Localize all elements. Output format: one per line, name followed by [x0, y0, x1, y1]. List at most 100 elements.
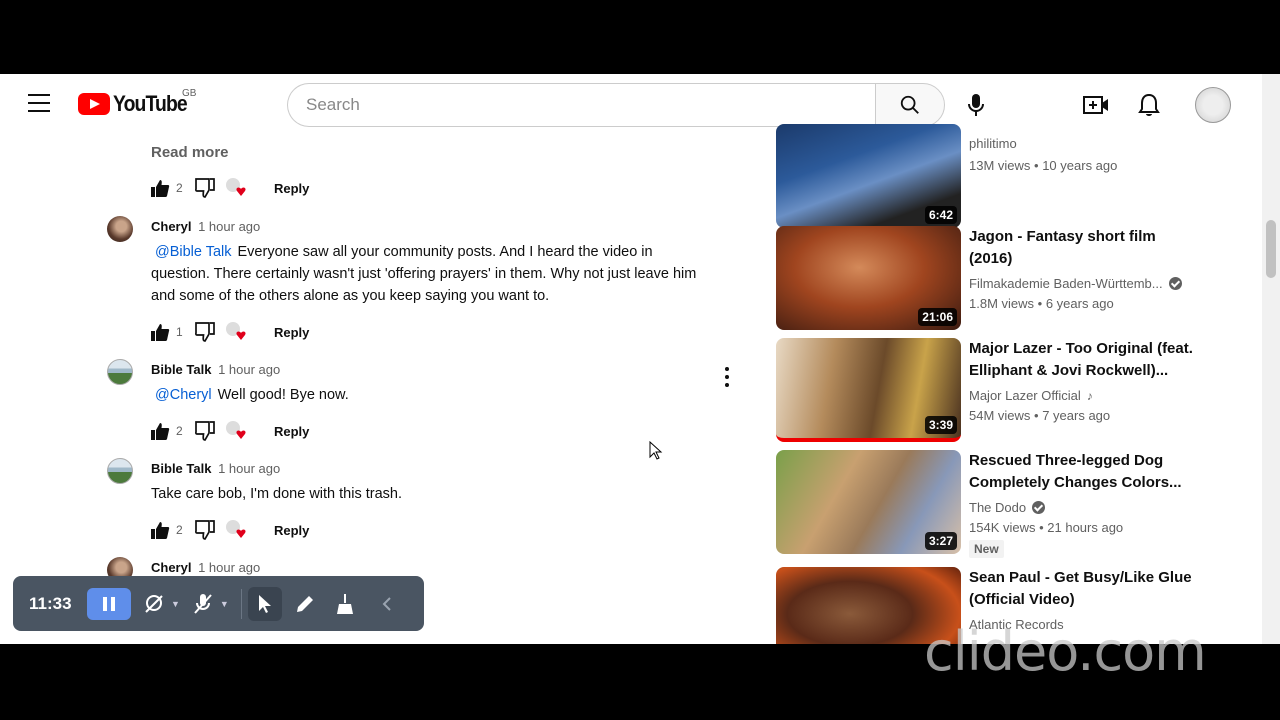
- search-placeholder: Search: [306, 95, 360, 114]
- video-item[interactable]: 3:27 Rescued Three-legged Dog Completely…: [776, 450, 1216, 558]
- upload-age: 10 years ago: [1042, 158, 1118, 173]
- video-meta: 154K views • 21 hours ago: [969, 520, 1124, 535]
- video-thumbnail[interactable]: 3:39: [776, 338, 961, 442]
- upload-age: 7 years ago: [1042, 408, 1111, 423]
- comment-mention[interactable]: @Bible Talk: [155, 244, 232, 260]
- bell-icon: [1138, 93, 1160, 116]
- video-meta: 54M views • 7 years ago: [969, 408, 1111, 423]
- country-code: GB: [182, 88, 197, 99]
- video-item[interactable]: 3:39 Major Lazer - Too Original (feat. E…: [776, 338, 1216, 442]
- video-duration: 3:27: [924, 532, 957, 550]
- new-badge: New: [969, 540, 1004, 558]
- eraser-tool-button[interactable]: [328, 587, 362, 621]
- comment-text: Take care bob, I'm done with this trash.: [151, 483, 711, 505]
- mic-button[interactable]: [963, 92, 989, 118]
- comments-section: Read more 2 Reply Cheryl 1 hour ago @Bib…: [0, 134, 760, 644]
- verified-icon: [1168, 277, 1182, 290]
- notifications-button[interactable]: [1136, 92, 1162, 118]
- thumbs-up-icon[interactable]: [150, 421, 170, 441]
- thumbs-down-icon[interactable]: [194, 322, 216, 342]
- menu-icon[interactable]: [28, 94, 50, 112]
- video-title[interactable]: Major Lazer - Too Original (feat. Elliph…: [969, 338, 1194, 382]
- video-thumbnail[interactable]: 21:06: [776, 226, 961, 330]
- avatar[interactable]: [107, 216, 133, 242]
- video-thumbnail[interactable]: 3:27: [776, 450, 961, 554]
- cursor-icon: [258, 594, 271, 613]
- channel-name: philitimo: [969, 136, 1017, 151]
- chevron-down-icon[interactable]: ▼: [171, 599, 180, 609]
- reply-button[interactable]: Reply: [274, 424, 309, 439]
- video-meta: 1.8M views • 6 years ago: [969, 296, 1114, 311]
- pause-button[interactable]: [87, 587, 131, 620]
- video-thumbnail[interactable]: 6:42: [776, 124, 961, 228]
- pen-tool-button[interactable]: [288, 587, 322, 621]
- read-more-button[interactable]: Read more: [151, 144, 229, 161]
- thumbs-down-icon[interactable]: [194, 520, 216, 540]
- comment-actions: 2 Reply: [150, 176, 309, 200]
- view-count: 54M views: [969, 408, 1031, 423]
- comment-time[interactable]: 1 hour ago: [198, 560, 260, 575]
- comment-time[interactable]: 1 hour ago: [218, 362, 280, 377]
- mic-off-button[interactable]: [186, 587, 220, 621]
- toolbar-divider: [240, 588, 242, 619]
- comment-author[interactable]: Cheryl: [151, 219, 191, 234]
- channel-name: Major Lazer Official: [969, 388, 1081, 403]
- reply-button[interactable]: Reply: [274, 523, 309, 538]
- video-channel[interactable]: Filmakademie Baden-Württemb...: [969, 276, 1182, 291]
- thumbs-up-icon[interactable]: [150, 322, 170, 342]
- comment-body: Everyone saw all your community posts. A…: [151, 244, 697, 304]
- video-title[interactable]: Rescued Three-legged Dog Completely Chan…: [969, 450, 1194, 494]
- youtube-play-icon: [78, 93, 110, 115]
- account-avatar[interactable]: [1195, 87, 1231, 123]
- thumbs-up-icon[interactable]: [150, 178, 170, 198]
- comment-author[interactable]: Cheryl: [151, 560, 191, 575]
- video-channel[interactable]: Major Lazer Official ♪: [969, 388, 1093, 403]
- avatar[interactable]: [107, 458, 133, 484]
- video-channel[interactable]: philitimo: [969, 136, 1017, 151]
- comment-author[interactable]: Bible Talk: [151, 461, 211, 476]
- comment-time[interactable]: 1 hour ago: [198, 219, 260, 234]
- like-count: 2: [176, 424, 183, 438]
- logo-text: YouTube: [113, 91, 188, 116]
- thumbs-up-icon[interactable]: [150, 520, 170, 540]
- camera-off-button[interactable]: [137, 587, 171, 621]
- music-note-icon: ♪: [1086, 388, 1093, 403]
- comment-mention[interactable]: @Cheryl: [155, 387, 212, 403]
- video-item[interactable]: 6:42 philitimo 13M views • 10 years ago: [776, 124, 1216, 228]
- recording-timer: 11:33: [29, 593, 72, 613]
- watermark: clideo.com: [924, 620, 1207, 683]
- page-scrollbar[interactable]: [1262, 74, 1280, 644]
- comment-actions: 1 Reply: [150, 320, 309, 344]
- search-button[interactable]: [875, 83, 945, 127]
- comment-text: @Cheryl Well good! Bye now.: [151, 384, 711, 406]
- avatar[interactable]: [107, 359, 133, 385]
- video-duration: 6:42: [924, 206, 957, 224]
- comment-menu-icon[interactable]: [725, 367, 729, 387]
- create-button[interactable]: [1083, 92, 1109, 118]
- search-icon: [900, 95, 919, 114]
- comment-header: Bible Talk 1 hour ago: [151, 461, 280, 476]
- scrollbar-thumb[interactable]: [1266, 220, 1276, 278]
- reply-button[interactable]: Reply: [274, 181, 309, 196]
- video-duration: 21:06: [918, 308, 957, 326]
- video-title[interactable]: Jagon - Fantasy short film (2016): [969, 226, 1194, 270]
- like-count: 1: [176, 325, 183, 339]
- comment-author[interactable]: Bible Talk: [151, 362, 211, 377]
- view-count: 154K views: [969, 520, 1036, 535]
- reply-button[interactable]: Reply: [274, 325, 309, 340]
- pointer-tool-button[interactable]: [247, 586, 282, 621]
- thumbs-down-icon[interactable]: [194, 421, 216, 441]
- video-duration: 3:39: [924, 416, 957, 434]
- comment-time[interactable]: 1 hour ago: [218, 461, 280, 476]
- video-channel[interactable]: The Dodo: [969, 500, 1046, 515]
- video-title[interactable]: Sean Paul - Get Busy/Like Glue (Official…: [969, 567, 1194, 611]
- video-meta: 13M views • 10 years ago: [969, 158, 1118, 173]
- comment-header: Cheryl 1 hour ago: [151, 219, 260, 234]
- video-item[interactable]: 21:06 Jagon - Fantasy short film (2016) …: [776, 226, 1216, 330]
- youtube-logo[interactable]: YouTube GB: [78, 88, 197, 116]
- thumbs-down-icon[interactable]: [194, 178, 216, 198]
- video-add-icon: [1083, 96, 1108, 114]
- chevron-down-icon[interactable]: ▼: [220, 599, 229, 609]
- search-input[interactable]: Search: [287, 83, 876, 127]
- collapse-button[interactable]: [370, 587, 404, 621]
